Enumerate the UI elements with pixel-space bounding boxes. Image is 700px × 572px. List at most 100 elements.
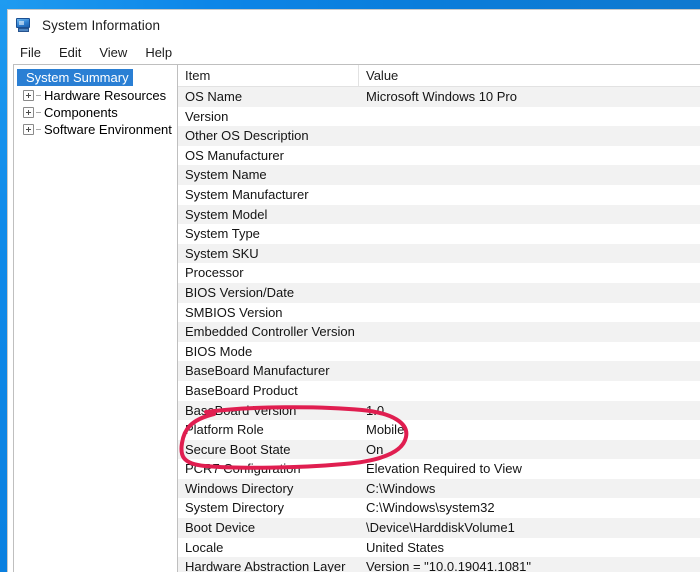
cell-value: C:\Windows [366, 480, 436, 496]
cell-value: Elevation Required to View [366, 461, 522, 477]
cell-value: United States [366, 539, 445, 555]
tree-connector-line [36, 112, 41, 113]
cell-item: System Name [185, 167, 267, 183]
cell-item: Version [185, 108, 229, 124]
tree-connector-line [36, 95, 41, 96]
table-row[interactable]: Hardware Abstraction Layer Version = "10.… [178, 557, 700, 572]
menu-bar: File Edit View Help [8, 40, 700, 64]
tree-item-label: Software Environment [44, 122, 172, 137]
expand-plus-icon[interactable] [23, 107, 34, 118]
tree-item-system-summary[interactable]: System Summary [17, 69, 133, 86]
cell-item: Other OS Description [185, 128, 309, 144]
cell-item: Windows Directory [185, 480, 294, 496]
table-row[interactable]: System Manufacturer [178, 185, 700, 205]
cell-value [359, 303, 700, 323]
table-row[interactable]: Windows Directory C:\Windows [178, 478, 700, 499]
table-row[interactable]: OS Manufacturer [178, 146, 700, 166]
cell-value [359, 322, 700, 342]
cell-value [359, 263, 700, 283]
table-row[interactable]: SMBIOS Version [178, 303, 700, 323]
cell-item: Locale [185, 539, 224, 555]
cell-item: Boot Device [185, 520, 256, 536]
cell-value: \Device\HarddiskVolume1 [366, 520, 515, 536]
tree-item-label: Components [44, 105, 118, 120]
table-row[interactable]: Platform Role Mobile [178, 420, 700, 440]
column-header-item[interactable]: Item [178, 65, 359, 86]
cell-item: System SKU [185, 245, 259, 261]
cell-item: BaseBoard Product [185, 382, 298, 398]
cell-item: PCR7 Configuration [185, 461, 301, 477]
table-row[interactable]: Other OS Description [178, 126, 700, 146]
table-row[interactable]: System SKU [178, 243, 700, 264]
list-rows: OS Name Microsoft Windows 10 Pro Version Ot… [178, 87, 700, 572]
cell-item: System Directory [185, 500, 284, 516]
cell-item: System Manufacturer [185, 186, 309, 202]
cell-value [359, 107, 700, 127]
cell-item: BIOS Mode [185, 343, 253, 359]
cell-item: OS Manufacturer [185, 147, 284, 163]
cell-value: C:\Windows\system32 [366, 500, 495, 516]
expand-plus-icon[interactable] [23, 124, 34, 135]
table-row[interactable]: Secure Boot State On [178, 439, 700, 460]
desktop-background-left [0, 0, 7, 572]
computer-icon [15, 17, 32, 33]
category-tree[interactable]: System Summary Hardware Resources Compone… [13, 64, 177, 572]
title-bar: System Information [8, 10, 700, 40]
table-row[interactable]: BaseBoard Manufacturer [178, 361, 700, 381]
table-row[interactable]: System Directory C:\Windows\system32 [178, 498, 700, 518]
table-row[interactable]: Boot Device \Device\HarddiskVolume1 [178, 518, 700, 538]
cell-item: Embedded Controller Version [185, 324, 355, 340]
column-header-value[interactable]: Value [359, 65, 700, 86]
tree-item-hardware-resources[interactable]: Hardware Resources [14, 87, 177, 104]
cell-value [359, 165, 700, 185]
cell-value [359, 205, 700, 225]
details-list[interactable]: Item Value OS Name Microsoft Windows 10 P… [177, 64, 700, 572]
table-row[interactable]: Locale United States [178, 538, 700, 558]
table-row[interactable]: System Name [178, 165, 700, 185]
cell-value: Microsoft Windows 10 Pro [366, 89, 517, 104]
cell-item: BIOS Version/Date [185, 284, 295, 300]
table-row[interactable]: Version [178, 107, 700, 127]
table-row[interactable]: BIOS Version/Date [178, 282, 700, 303]
menu-item-view[interactable]: View [90, 43, 136, 62]
cell-value: On [366, 441, 384, 457]
tree-item-software-environment[interactable]: Software Environment [14, 121, 177, 138]
cell-value [359, 361, 700, 381]
cell-item: BaseBoard Manufacturer [185, 363, 330, 379]
cell-item: BaseBoard Version [185, 402, 297, 418]
cell-value: 1.0 [366, 402, 385, 418]
cell-value [359, 146, 700, 166]
cell-value: Version = "10.0.19041.1081" [366, 559, 532, 572]
cell-value [359, 224, 700, 244]
cell-item: Processor [185, 265, 244, 281]
expand-plus-icon[interactable] [23, 90, 34, 101]
menu-item-help[interactable]: Help [136, 43, 181, 62]
cell-value [359, 244, 700, 264]
cell-item: OS Name [185, 89, 243, 104]
cell-item: SMBIOS Version [185, 304, 283, 320]
cell-item: Hardware Abstraction Layer [185, 559, 346, 572]
table-row[interactable]: Processor [178, 263, 700, 283]
menu-item-file[interactable]: File [11, 43, 50, 62]
table-row[interactable]: System Type [178, 224, 700, 244]
tree-item-components[interactable]: Components [14, 104, 177, 121]
tree-item-label: Hardware Resources [44, 88, 167, 103]
table-row[interactable]: BaseBoard Product [178, 381, 700, 401]
tree-connector-line [36, 129, 41, 130]
cell-item: Secure Boot State [185, 441, 291, 457]
cell-value [359, 342, 700, 362]
table-row[interactable]: PCR7 Configuration Elevation Required to … [178, 459, 700, 479]
table-row[interactable]: BaseBoard Version 1.0 [178, 400, 700, 421]
cell-item: System Model [185, 206, 268, 222]
cell-value [359, 283, 700, 303]
table-row[interactable]: OS Name Microsoft Windows 10 Pro [178, 87, 700, 107]
system-information-window: System Information File Edit View Help S… [7, 9, 700, 572]
cell-value: Mobile [366, 422, 405, 438]
screen: System Information File Edit View Help S… [0, 0, 700, 572]
cell-item: Platform Role [185, 422, 264, 438]
menu-item-edit[interactable]: Edit [50, 43, 90, 62]
cell-value [359, 381, 700, 401]
table-row[interactable]: System Model [178, 204, 700, 225]
table-row[interactable]: Embedded Controller Version [178, 322, 700, 342]
table-row[interactable]: BIOS Mode [178, 342, 700, 362]
